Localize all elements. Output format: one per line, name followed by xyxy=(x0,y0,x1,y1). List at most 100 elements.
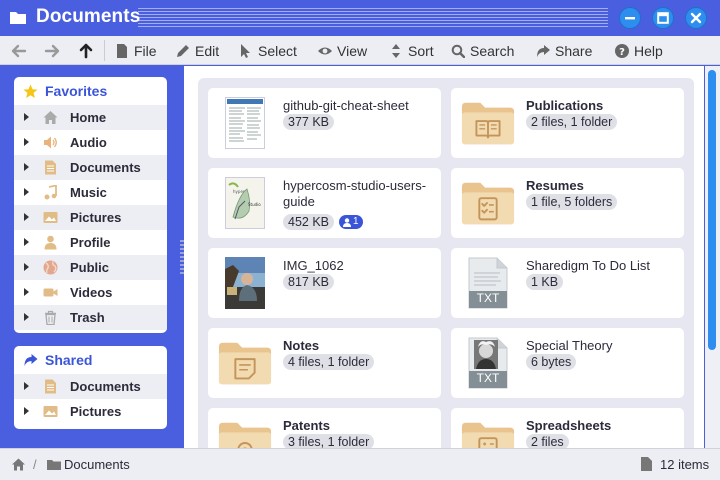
file-details-badge: 452 KB xyxy=(283,214,335,230)
favorites-item-label: Audio xyxy=(70,135,107,150)
expand-caret-icon[interactable] xyxy=(24,313,29,321)
drag-handle[interactable] xyxy=(138,8,608,29)
scroll-thumb[interactable] xyxy=(708,70,716,350)
favorites-item-label: Home xyxy=(70,110,107,125)
sort-menu[interactable]: Sort xyxy=(389,41,434,61)
folder-icon xyxy=(461,416,515,448)
up-button[interactable] xyxy=(77,42,95,60)
favorites-item-label: Music xyxy=(70,185,107,200)
sort-menu-label: Sort xyxy=(408,43,434,59)
document-icon xyxy=(45,160,56,175)
search-menu[interactable]: Search xyxy=(451,41,514,61)
favorites-item-label: Pictures xyxy=(70,210,122,225)
favorites-header[interactable]: Favorites xyxy=(14,77,167,105)
title-bar: Documents xyxy=(0,0,720,36)
help-menu[interactable]: ? Help xyxy=(615,41,663,61)
home-icon[interactable] xyxy=(12,458,25,471)
favorites-item-videos[interactable]: Videos xyxy=(14,280,167,305)
view-menu[interactable]: View xyxy=(318,41,367,61)
edit-menu-label: Edit xyxy=(195,43,220,59)
file-item[interactable]: github-git-cheat-sheet 377 KB xyxy=(208,88,441,158)
help-menu-label: Help xyxy=(634,43,663,59)
file-item[interactable]: IMG_1062 817 KB xyxy=(208,248,441,318)
star-icon xyxy=(23,84,38,98)
file-name: Sharedigm To Do List xyxy=(526,258,651,273)
expand-caret-icon[interactable] xyxy=(24,288,29,296)
close-button[interactable] xyxy=(685,7,707,29)
trash-icon xyxy=(45,310,56,325)
file-item[interactable]: Sharedigm To Do List 1 KB TXT xyxy=(451,248,684,318)
file-thumbnail: hyper Studio xyxy=(218,176,272,230)
toolbar-divider xyxy=(104,40,105,61)
shared-users-badge[interactable]: 1 xyxy=(339,215,363,229)
vertical-scrollbar[interactable] xyxy=(705,66,720,448)
expand-caret-icon[interactable] xyxy=(24,382,29,390)
select-menu[interactable]: Select xyxy=(239,41,297,61)
back-button[interactable] xyxy=(10,42,28,60)
file-details-badge: 1 file, 5 folders xyxy=(526,194,618,210)
shared-panel: Shared Documents Pictures xyxy=(14,346,167,429)
minimize-button[interactable] xyxy=(619,7,641,29)
select-menu-label: Select xyxy=(258,43,297,59)
file-item[interactable]: Publications 2 files, 1 folder xyxy=(451,88,684,158)
close-icon xyxy=(690,12,702,24)
expand-caret-icon[interactable] xyxy=(24,188,29,196)
shared-item-pictures[interactable]: Pictures xyxy=(14,399,167,424)
favorites-item-music[interactable]: Music xyxy=(14,180,167,205)
arrow-left-icon xyxy=(11,44,27,58)
file-details-badge: 4 files, 1 folder xyxy=(283,354,375,370)
help-icon: ? xyxy=(615,44,629,58)
expand-caret-icon[interactable] xyxy=(24,213,29,221)
favorites-item-trash[interactable]: Trash xyxy=(14,305,167,330)
picture-icon xyxy=(43,406,58,417)
expand-caret-icon[interactable] xyxy=(24,138,29,146)
expand-caret-icon[interactable] xyxy=(24,407,29,415)
share-menu[interactable]: Share xyxy=(536,41,592,61)
file-grid: github-git-cheat-sheet 377 KB Publications… xyxy=(198,78,694,448)
file-type-label: TXT xyxy=(476,371,500,385)
item-count: 12 items xyxy=(660,457,710,472)
breadcrumb-separator: / xyxy=(33,457,37,472)
maximize-button[interactable] xyxy=(652,7,674,29)
favorites-item-home[interactable]: Home xyxy=(14,105,167,130)
eye-icon xyxy=(318,47,332,55)
share-menu-label: Share xyxy=(555,43,593,59)
forward-button[interactable] xyxy=(43,42,61,60)
file-details-badge: 3 files, 1 folder xyxy=(283,434,375,448)
expand-caret-icon[interactable] xyxy=(24,113,29,121)
file-details-badge: 2 files, 1 folder xyxy=(526,114,618,130)
share-icon xyxy=(537,45,550,57)
shared-item-documents[interactable]: Documents xyxy=(14,374,167,399)
minimize-icon xyxy=(625,17,635,20)
favorites-item-documents[interactable]: Documents xyxy=(14,155,167,180)
file-item[interactable]: Patents 3 files, 1 folder xyxy=(208,408,441,448)
file-details-badge: 377 KB xyxy=(283,114,335,130)
expand-caret-icon[interactable] xyxy=(24,263,29,271)
user-icon xyxy=(343,217,351,227)
arrow-up-icon xyxy=(79,43,93,59)
file-item[interactable]: Resumes 1 file, 5 folders xyxy=(451,168,684,238)
shared-header[interactable]: Shared xyxy=(14,346,167,374)
favorites-item-label: Videos xyxy=(70,285,113,300)
favorites-item-pictures[interactable]: Pictures xyxy=(14,205,167,230)
file-name: Patents xyxy=(283,418,330,433)
favorites-item-audio[interactable]: Audio xyxy=(14,130,167,155)
maximize-icon xyxy=(657,12,669,24)
file-item[interactable]: Notes 4 files, 1 folder xyxy=(208,328,441,398)
favorites-item-public[interactable]: Public xyxy=(14,255,167,280)
file-item[interactable]: Spreadsheets 2 files xyxy=(451,408,684,448)
breadcrumb-current[interactable]: Documents xyxy=(64,457,130,472)
file-item[interactable]: Special Theory 6 bytes TXT xyxy=(451,328,684,398)
file-item[interactable]: hyper Studio hypercosm-studio-users-guide 4… xyxy=(208,168,441,238)
status-bar: / Documents 12 items xyxy=(0,448,720,480)
expand-caret-icon[interactable] xyxy=(24,238,29,246)
file-menu[interactable]: File xyxy=(115,41,157,61)
document-icon xyxy=(45,379,56,394)
expand-caret-icon[interactable] xyxy=(24,163,29,171)
favorites-title: Favorites xyxy=(45,83,108,99)
favorites-panel: Favorites Home Audio Documents Music Picture… xyxy=(14,77,167,333)
edit-menu[interactable]: Edit xyxy=(176,41,219,61)
favorites-item-profile[interactable]: Profile xyxy=(14,230,167,255)
file-details-badge: 817 KB xyxy=(283,274,335,290)
file-thumbnail xyxy=(218,96,272,150)
